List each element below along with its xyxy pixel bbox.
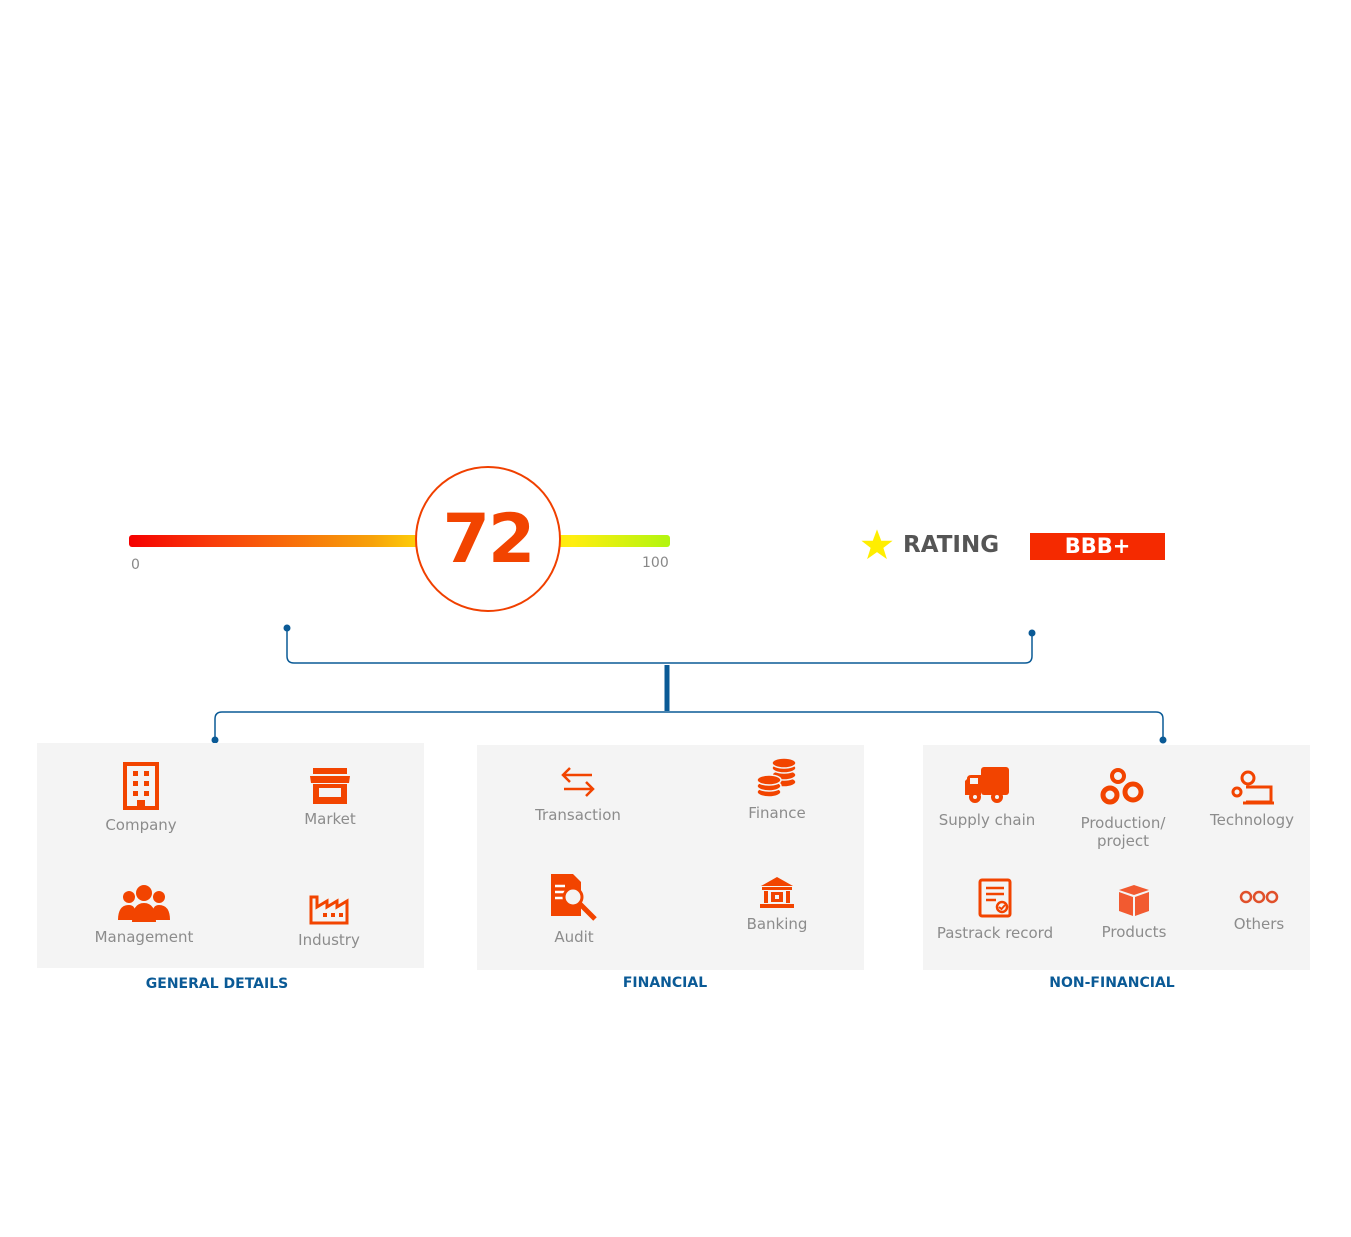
gear-laptop-icon xyxy=(1231,770,1274,805)
item-supply-chain[interactable]: Supply chain xyxy=(912,767,1062,829)
rating-overview: 0 100 72 RATING BBB+ Company Market Mana… xyxy=(0,0,1351,1237)
three-circles-icon xyxy=(1239,890,1279,904)
connector-lines xyxy=(211,624,1167,744)
item-finance[interactable]: Finance xyxy=(702,758,852,822)
section-title-non-financial: NON-FINANCIAL xyxy=(1049,975,1175,991)
item-industry[interactable]: Industry xyxy=(254,893,404,949)
item-production-project[interactable]: Production/ project xyxy=(1048,766,1198,850)
item-management[interactable]: Management xyxy=(69,884,219,946)
building-icon xyxy=(123,762,159,810)
box-icon xyxy=(1119,885,1149,916)
factory-icon xyxy=(309,895,349,925)
bank-icon xyxy=(760,877,794,908)
item-pastrack-record[interactable]: Pastrack record xyxy=(920,878,1070,942)
item-market[interactable]: Market xyxy=(255,768,405,828)
truck-icon xyxy=(965,767,1009,803)
item-technology[interactable]: Technology xyxy=(1177,769,1327,829)
item-transaction[interactable]: Transaction xyxy=(503,764,653,824)
section-title-general-details: GENERAL DETAILS xyxy=(145,976,289,992)
item-company[interactable]: Company xyxy=(66,762,216,834)
storefront-icon xyxy=(310,768,350,804)
item-audit[interactable]: Audit xyxy=(499,872,649,946)
gears-icon xyxy=(1100,768,1144,805)
checked-document-icon xyxy=(978,878,1012,918)
item-others[interactable]: Others xyxy=(1184,889,1334,933)
section-title-financial: FINANCIAL xyxy=(622,975,708,991)
coins-stack-icon xyxy=(756,758,797,798)
exchange-arrows-icon xyxy=(561,767,595,797)
people-group-icon xyxy=(118,885,170,922)
item-banking[interactable]: Banking xyxy=(702,877,852,933)
document-search-icon xyxy=(551,874,597,921)
